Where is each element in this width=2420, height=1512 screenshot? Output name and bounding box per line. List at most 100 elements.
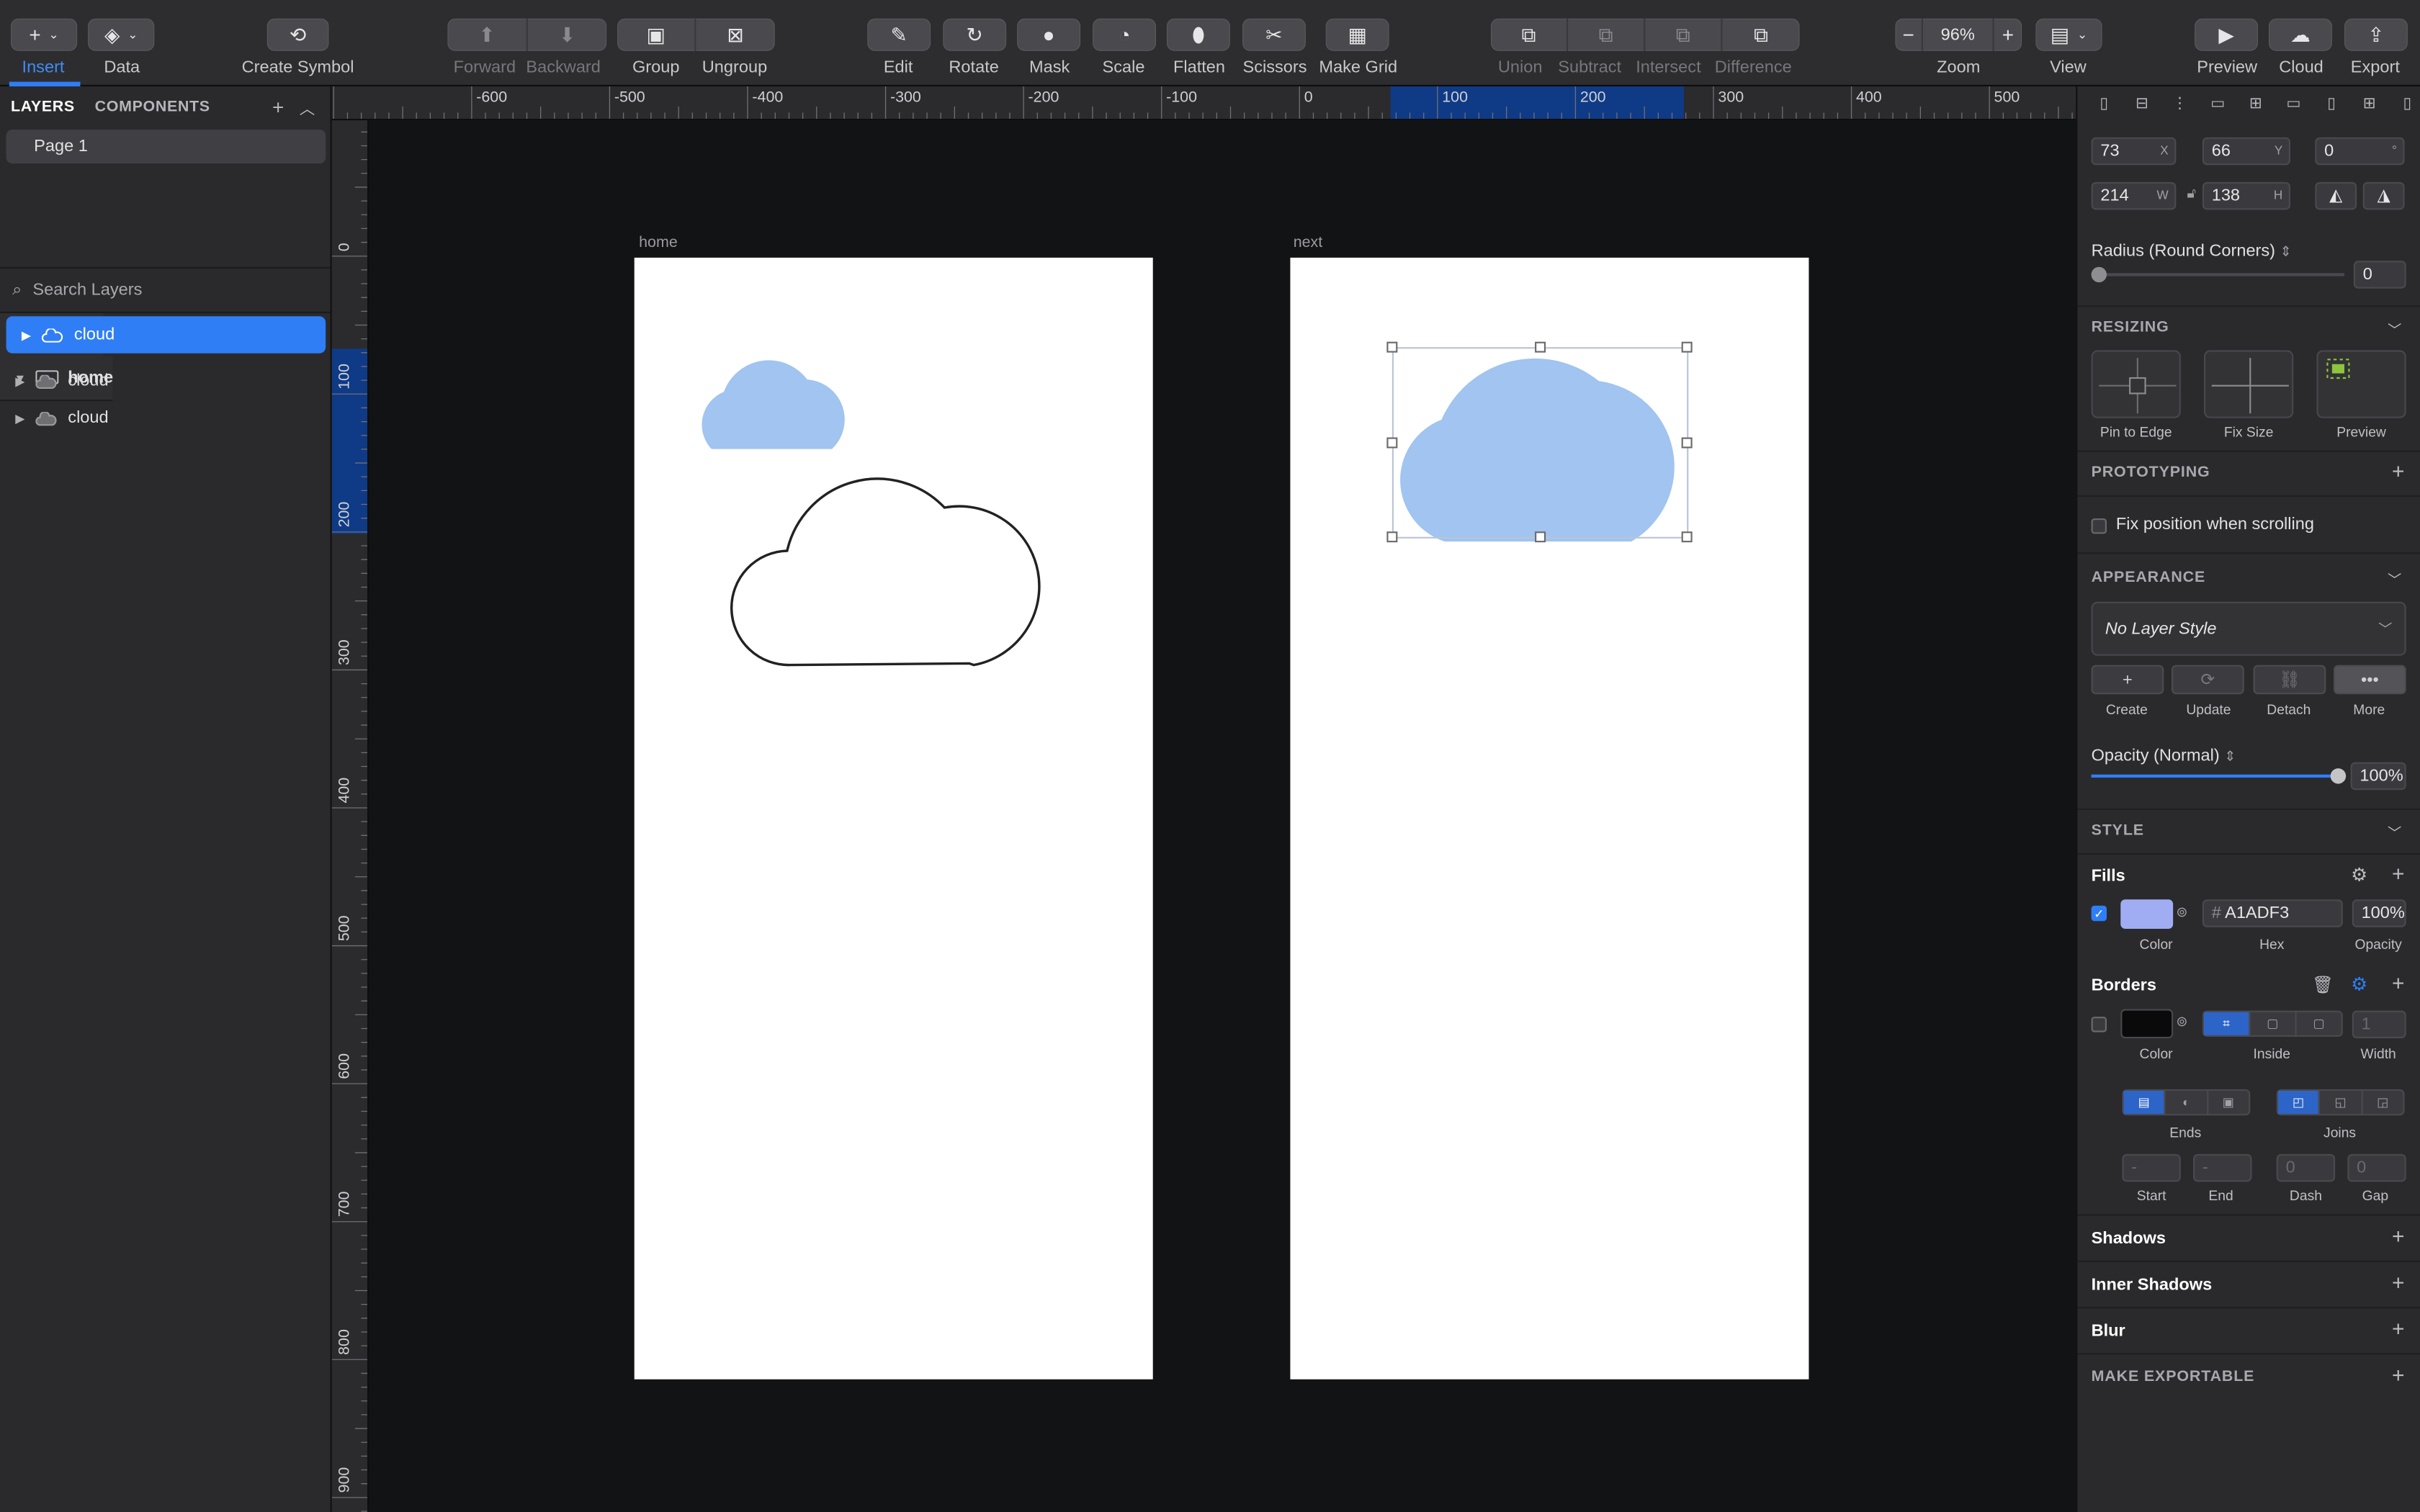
subtract-button[interactable]: ⧉ [1568, 18, 1646, 51]
border-position-segmented[interactable]: ⌗ ▢ ▢ [2202, 1010, 2343, 1037]
color-mode-icon[interactable]: ⊚ [2176, 904, 2187, 922]
layer-cloud[interactable]: ▶ cloud [0, 363, 331, 400]
layer-cloud[interactable]: ▶ cloud [0, 400, 331, 436]
fix-position-checkbox[interactable] [2091, 518, 2107, 534]
tab-layers[interactable]: LAYERS [11, 98, 75, 115]
detach-style-button[interactable]: ⛓︎ [2253, 665, 2326, 695]
flip-horizontal-button[interactable]: ◭ [2315, 181, 2357, 210]
create-symbol-button[interactable]: ⟲ [266, 18, 329, 51]
artboard-label-next[interactable]: next [1294, 235, 1323, 252]
fill-hex-field[interactable]: # A1ADF3 [2202, 899, 2343, 927]
chevron-down-icon[interactable]: ﹀ [2388, 320, 2401, 340]
zoom-out-button[interactable]: − [1895, 18, 1923, 51]
border-enabled-checkbox[interactable] [2091, 1017, 2107, 1032]
align-right-icon[interactable]: ▯ [2395, 93, 2420, 114]
update-style-button[interactable]: ⟳ [2172, 665, 2244, 695]
border-width-field[interactable]: 1 [2352, 1010, 2406, 1039]
chevron-down-icon[interactable]: ﹀ [2388, 822, 2401, 842]
fill-enabled-checkbox[interactable]: ✓ [2091, 905, 2107, 922]
group-button[interactable]: ▣ [617, 18, 696, 51]
insert-button[interactable]: + ⌄ [11, 18, 78, 51]
gear-icon[interactable]: ⚙ [2351, 864, 2367, 886]
search-input[interactable]: Search Layers [32, 281, 142, 300]
zoom-in-button[interactable]: + [1994, 19, 2022, 51]
align-center-icon[interactable]: ⊞ [2357, 93, 2382, 114]
arrow-start-field[interactable]: - [2122, 1153, 2181, 1182]
end-round-icon[interactable]: ◐ [2166, 1091, 2208, 1115]
border-inside-icon[interactable]: ▢ [2250, 1012, 2297, 1035]
more-icon[interactable]: ⋮ [2167, 93, 2192, 114]
dash-field[interactable]: 0 [2276, 1153, 2336, 1182]
add-export-icon[interactable]: + [2392, 1362, 2405, 1387]
trash-icon[interactable]: 🗑︎ [2312, 975, 2334, 995]
add-blur-icon[interactable]: + [2392, 1316, 2405, 1341]
more-style-button[interactable]: ••• [2334, 665, 2406, 695]
backward-button[interactable]: ⬇ [528, 19, 606, 51]
radius-field[interactable]: 0 [2353, 261, 2406, 289]
preview-button[interactable]: ▶ [2195, 18, 2258, 51]
ungroup-button[interactable]: ⊠ [696, 19, 774, 51]
artboard-next[interactable] [1290, 257, 1809, 1380]
difference-button[interactable]: ⧉ [1722, 19, 1799, 51]
height-field[interactable]: 138 H [2202, 181, 2290, 210]
canvas[interactable]: home next [370, 122, 2076, 1512]
flip-vertical-button[interactable]: ◮ [2362, 181, 2405, 210]
vertical-ruler[interactable]: 0 100 200 300 400 500 600 700 800 900 [331, 120, 369, 1512]
rotation-field[interactable]: 0 ° [2315, 137, 2405, 166]
end-square-icon[interactable]: ▣ [2208, 1091, 2249, 1114]
add-shadow-icon[interactable]: + [2392, 1223, 2405, 1248]
fill-opacity-field[interactable]: 100% [2352, 899, 2406, 927]
mask-button[interactable]: ● [1017, 18, 1080, 51]
join-miter-icon[interactable]: ◰ [2277, 1091, 2321, 1115]
opacity-slider[interactable] [2091, 774, 2339, 778]
intersect-button[interactable]: ⧉ [1645, 18, 1723, 51]
align-top-icon[interactable]: ▭ [2205, 93, 2230, 114]
arrow-end-field[interactable]: - [2193, 1153, 2252, 1182]
fix-size-control[interactable] [2204, 350, 2294, 418]
rotate-button[interactable]: ↻ [943, 18, 1007, 51]
page-item[interactable]: Page 1 [6, 130, 326, 164]
flatten-button[interactable]: ⬮ [1167, 18, 1230, 51]
disclosure-closed-icon[interactable]: ▶ [9, 374, 31, 388]
fill-color-swatch[interactable] [2120, 899, 2174, 929]
border-outside-icon[interactable]: ▢ [2297, 1012, 2341, 1035]
data-button[interactable]: ◈ ⌄ [88, 18, 155, 51]
layer-cloud-selected[interactable]: ▶ cloud [6, 316, 326, 354]
pin-to-edge-control[interactable] [2091, 350, 2181, 418]
lock-ratio-icon[interactable]: 🔓︎ [2187, 185, 2196, 202]
artboard-home[interactable] [634, 257, 1153, 1380]
cloud-button[interactable]: ☁ [2269, 18, 2332, 51]
align-left-icon[interactable]: ▯ [2092, 93, 2117, 114]
width-field[interactable]: 214 W [2091, 181, 2177, 210]
search-layers[interactable]: ⌕ Search Layers [0, 269, 331, 313]
join-round-icon[interactable]: ◱ [2320, 1091, 2362, 1115]
line-joins-segmented[interactable]: ◰ ◱ ◲ [2276, 1089, 2405, 1116]
border-center-icon[interactable]: ⌗ [2204, 1012, 2251, 1035]
disclosure-closed-icon[interactable]: ▶ [15, 328, 37, 341]
opacity-slider-knob[interactable] [2330, 768, 2347, 784]
forward-button[interactable]: ⬆ [447, 18, 528, 51]
disclosure-closed-icon[interactable]: ▶ [9, 411, 31, 425]
zoom-value[interactable]: 96% [1923, 18, 1994, 51]
add-border-icon[interactable]: + [2392, 971, 2405, 995]
scale-button[interactable]: ◔ [1093, 18, 1156, 51]
add-prototyping-icon[interactable]: + [2392, 458, 2405, 482]
create-style-button[interactable]: + [2091, 665, 2164, 695]
tab-components[interactable]: COMPONENTS [95, 98, 210, 115]
chevron-down-icon[interactable]: ﹀ [2388, 570, 2401, 590]
horizontal-ruler[interactable]: -600 -500 -400 -300 -200 -100 0 100 200 300 400 500 [331, 86, 2076, 121]
distribute-horizontal-icon[interactable]: ⊟ [2129, 93, 2154, 114]
radius-slider[interactable] [2091, 273, 2344, 276]
view-button[interactable]: ▤ ⌄ [2035, 18, 2102, 51]
export-button[interactable]: ⇪ [2344, 18, 2408, 51]
add-fill-icon[interactable]: + [2392, 861, 2405, 886]
edit-button[interactable]: ✎ [867, 18, 931, 51]
add-inner-shadow-icon[interactable]: + [2392, 1270, 2405, 1295]
color-mode-icon[interactable]: ⊚ [2176, 1014, 2187, 1031]
x-field[interactable]: 73 X [2091, 137, 2177, 166]
align-bottom-icon[interactable]: ▭ [2281, 93, 2306, 114]
union-button[interactable]: ⧉ [1491, 18, 1569, 51]
border-color-swatch[interactable] [2120, 1009, 2174, 1039]
collapse-icon[interactable]: ︿ [300, 96, 315, 119]
end-butt-icon[interactable]: ▤ [2123, 1091, 2166, 1115]
